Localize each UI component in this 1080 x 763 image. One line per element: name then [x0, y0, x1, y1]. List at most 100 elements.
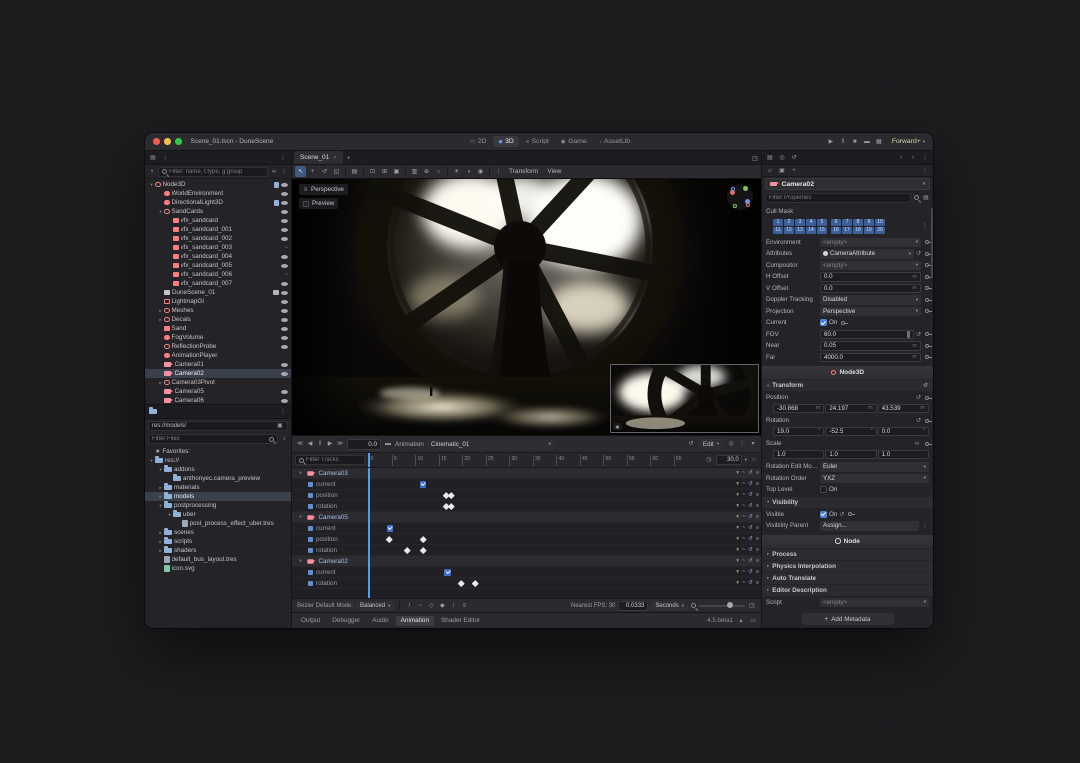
next-object-icon[interactable]: ›: [909, 153, 917, 163]
expand-arrow-icon[interactable]: ▾: [157, 503, 164, 509]
loop-mode-icon[interactable]: ↺: [748, 547, 753, 553]
track-rotation[interactable]: rotation ▾ ~ ↺ ≡: [292, 578, 761, 589]
track-menu-icon[interactable]: ≡: [756, 536, 759, 542]
axis-y-icon[interactable]: [743, 186, 748, 191]
snap-magnet-icon[interactable]: ∩: [750, 455, 758, 465]
vector-component-z[interactable]: 1.0: [877, 449, 929, 459]
scene-node-vfx-sandcard-004[interactable]: vfx_sandcard_004: [145, 252, 291, 261]
cull-mask-bit-8[interactable]: 8: [853, 218, 863, 226]
step-unit-dropdown[interactable]: Seconds ▾: [651, 600, 688, 611]
track-menu-icon[interactable]: ≡: [756, 514, 759, 520]
add-node-button[interactable]: +: [148, 167, 156, 177]
scene-node-camera05[interactable]: Camera05: [145, 387, 291, 396]
keyframe-key-icon[interactable]: [925, 263, 933, 268]
viewport-3d[interactable]: ≡ Perspective Preview ▣: [292, 179, 761, 435]
pin-panel-icon[interactable]: ▾: [749, 439, 757, 449]
interpolation-mode-icon[interactable]: ~: [742, 547, 745, 553]
play-icon[interactable]: ▶: [827, 137, 835, 147]
scene-filter-input[interactable]: [169, 168, 264, 175]
fs-item-models[interactable]: ▸ models: [145, 492, 291, 501]
history-tab-icon[interactable]: ↺: [790, 153, 798, 163]
visibility-eye-icon[interactable]: [281, 200, 288, 205]
track-menu-icon[interactable]: ≡: [756, 470, 759, 476]
play-icon[interactable]: ▶: [326, 439, 334, 449]
cull-mask-bit-5[interactable]: 5: [817, 218, 827, 226]
sun-icon[interactable]: ☀: [451, 166, 462, 177]
interpolation-mode-icon[interactable]: ~: [742, 569, 745, 575]
scene-filter[interactable]: [158, 166, 268, 177]
track-rotation[interactable]: rotation ▾ ~ ↺ ≡: [292, 501, 761, 512]
scene-node-sand[interactable]: Sand: [145, 324, 291, 333]
option-dropdown[interactable]: YXZ ▾: [820, 473, 929, 483]
scale-tool-icon[interactable]: ◱: [331, 166, 342, 177]
menu-view[interactable]: View: [543, 168, 565, 175]
keyframe[interactable]: [385, 536, 393, 543]
expand-arrow-icon[interactable]: ▸: [157, 380, 164, 386]
fs-item-default-bus-layout-tres[interactable]: default_bus_layout.tres: [145, 555, 291, 564]
update-mode-icon[interactable]: ▾: [736, 481, 739, 487]
cull-mask-bit-10[interactable]: 10: [875, 218, 885, 226]
renderer-dropdown[interactable]: Forward+ ▾: [892, 138, 925, 145]
vector-component-x[interactable]: 19.0 °: [773, 426, 825, 436]
cull-mask-bit-11[interactable]: 11: [773, 226, 783, 234]
scene-dots-menu-icon[interactable]: ⋮: [280, 167, 288, 177]
fit-curves-icon[interactable]: ↕: [449, 601, 457, 611]
axis-x-negative-icon[interactable]: [746, 203, 750, 207]
expand-bottom-panel-icon[interactable]: ◳: [748, 601, 756, 611]
update-mode-icon[interactable]: ▾: [736, 514, 739, 520]
revert-icon[interactable]: ↺: [916, 394, 921, 401]
vector-component-y[interactable]: 1.0: [825, 449, 877, 459]
track-current[interactable]: current ▾ ~ ↺ ≡: [292, 479, 761, 490]
keyframe[interactable]: [448, 503, 455, 510]
cull-mask-bit-20[interactable]: 20: [875, 226, 885, 234]
instance-scene-button[interactable]: ∞: [270, 167, 278, 177]
timeline-playhead[interactable]: [368, 468, 370, 598]
scene-node-worldenvironment[interactable]: WorldEnvironment: [145, 189, 291, 198]
keyframe[interactable]: [420, 547, 427, 554]
scene-node-sandcards[interactable]: ▾ SandCards: [145, 207, 291, 216]
interpolation-mode-icon[interactable]: ~: [742, 470, 745, 476]
loop-mode-icon[interactable]: ↺: [748, 470, 753, 476]
preview-toggle[interactable]: Preview: [299, 198, 339, 209]
interpolation-mode-icon[interactable]: ~: [742, 514, 745, 520]
keyframe[interactable]: [448, 492, 455, 499]
expand-arrow-icon[interactable]: ▾: [148, 182, 155, 188]
number-field[interactable]: 0.0 m: [820, 272, 921, 282]
bottom-tab-audio[interactable]: Audio: [367, 616, 393, 626]
snap-step-field[interactable]: 30.0: [715, 455, 742, 465]
keyframe-key-icon[interactable]: [925, 332, 933, 337]
keyframe-key-icon[interactable]: [925, 309, 933, 314]
timeline-zoom-slider[interactable]: [699, 602, 745, 608]
option-dropdown[interactable]: Disabled ▾: [820, 295, 921, 305]
workspace-tab-3d[interactable]: ◆ 3D: [493, 136, 519, 147]
node-tab-icon[interactable]: ◎: [778, 153, 786, 163]
track-menu-icon[interactable]: ≡: [756, 580, 759, 586]
expand-arrow-icon[interactable]: ▾: [166, 512, 173, 518]
section-visibility[interactable]: ▾ Visibility: [762, 496, 933, 508]
pause-icon[interactable]: ‖: [316, 439, 324, 449]
interpolation-mode-icon[interactable]: ~: [742, 536, 745, 542]
fs-item-anthonyec-camera-preview[interactable]: anthonyec.camera_preview: [145, 474, 291, 483]
cull-mask-bit-9[interactable]: 9: [864, 218, 874, 226]
cull-mask-bit-3[interactable]: 3: [795, 218, 805, 226]
scene-node-camera06[interactable]: Camera06: [145, 396, 291, 404]
new-tab-icon[interactable]: +: [345, 154, 353, 164]
number-field[interactable]: 0.0 m: [820, 283, 921, 293]
workspace-tab-script[interactable]: ≡ Script: [521, 136, 554, 147]
keyframe-key-icon[interactable]: [925, 418, 933, 423]
bottom-tab-shader-editor[interactable]: Shader Editor: [436, 616, 485, 626]
skip-forward-icon[interactable]: ≫: [336, 439, 344, 449]
cull-mask-bit-6[interactable]: 6: [831, 218, 841, 226]
revert-icon[interactable]: ↺: [839, 511, 844, 518]
keyframe[interactable]: [404, 547, 411, 554]
scene-node-vfx-sandcard-001[interactable]: vfx_sandcard_001: [145, 225, 291, 234]
track-rotation[interactable]: rotation ▾ ~ ↺ ≡: [292, 545, 761, 556]
assign-button[interactable]: Assign...: [820, 521, 919, 531]
vector-component-x[interactable]: -30.868 m: [773, 403, 825, 413]
expand-arrow-icon[interactable]: ▾: [148, 458, 155, 464]
scene-node-node3d[interactable]: ▾ Node3D: [145, 180, 291, 189]
expand-panel-icon[interactable]: ▭: [749, 616, 757, 626]
track-menu-icon[interactable]: ≡: [756, 569, 759, 575]
scene-node-animationplayer[interactable]: AnimationPlayer: [145, 351, 291, 360]
new-resource-icon[interactable]: ▱: [766, 166, 774, 176]
